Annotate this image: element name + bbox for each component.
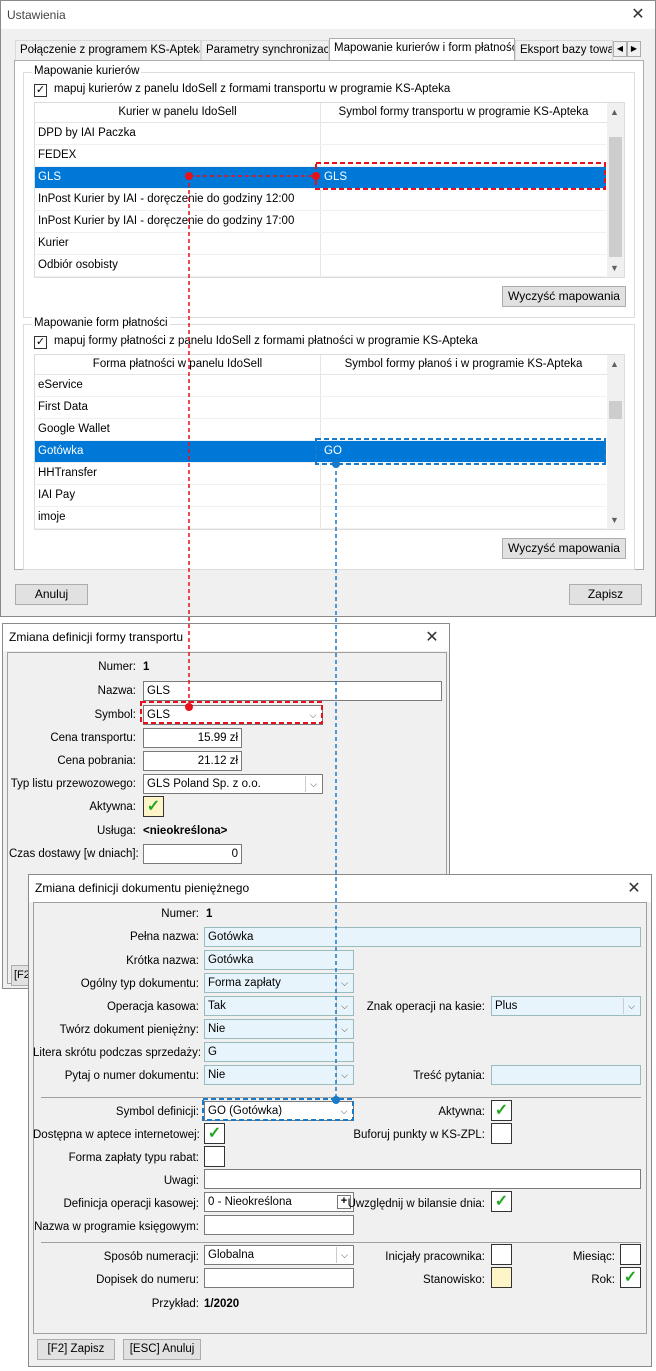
red-highlight-box (140, 701, 323, 724)
blue-highlight-box (315, 438, 606, 465)
blue-highlight-box (202, 1098, 354, 1121)
blue-connector-dot (332, 460, 340, 468)
blue-connector-dot (332, 1096, 340, 1104)
red-connector-dot (185, 703, 193, 711)
red-connector-dot (185, 172, 193, 180)
annotation-overlay (140, 162, 606, 1121)
red-highlight-box (315, 162, 606, 190)
red-connector-dot (312, 172, 320, 180)
